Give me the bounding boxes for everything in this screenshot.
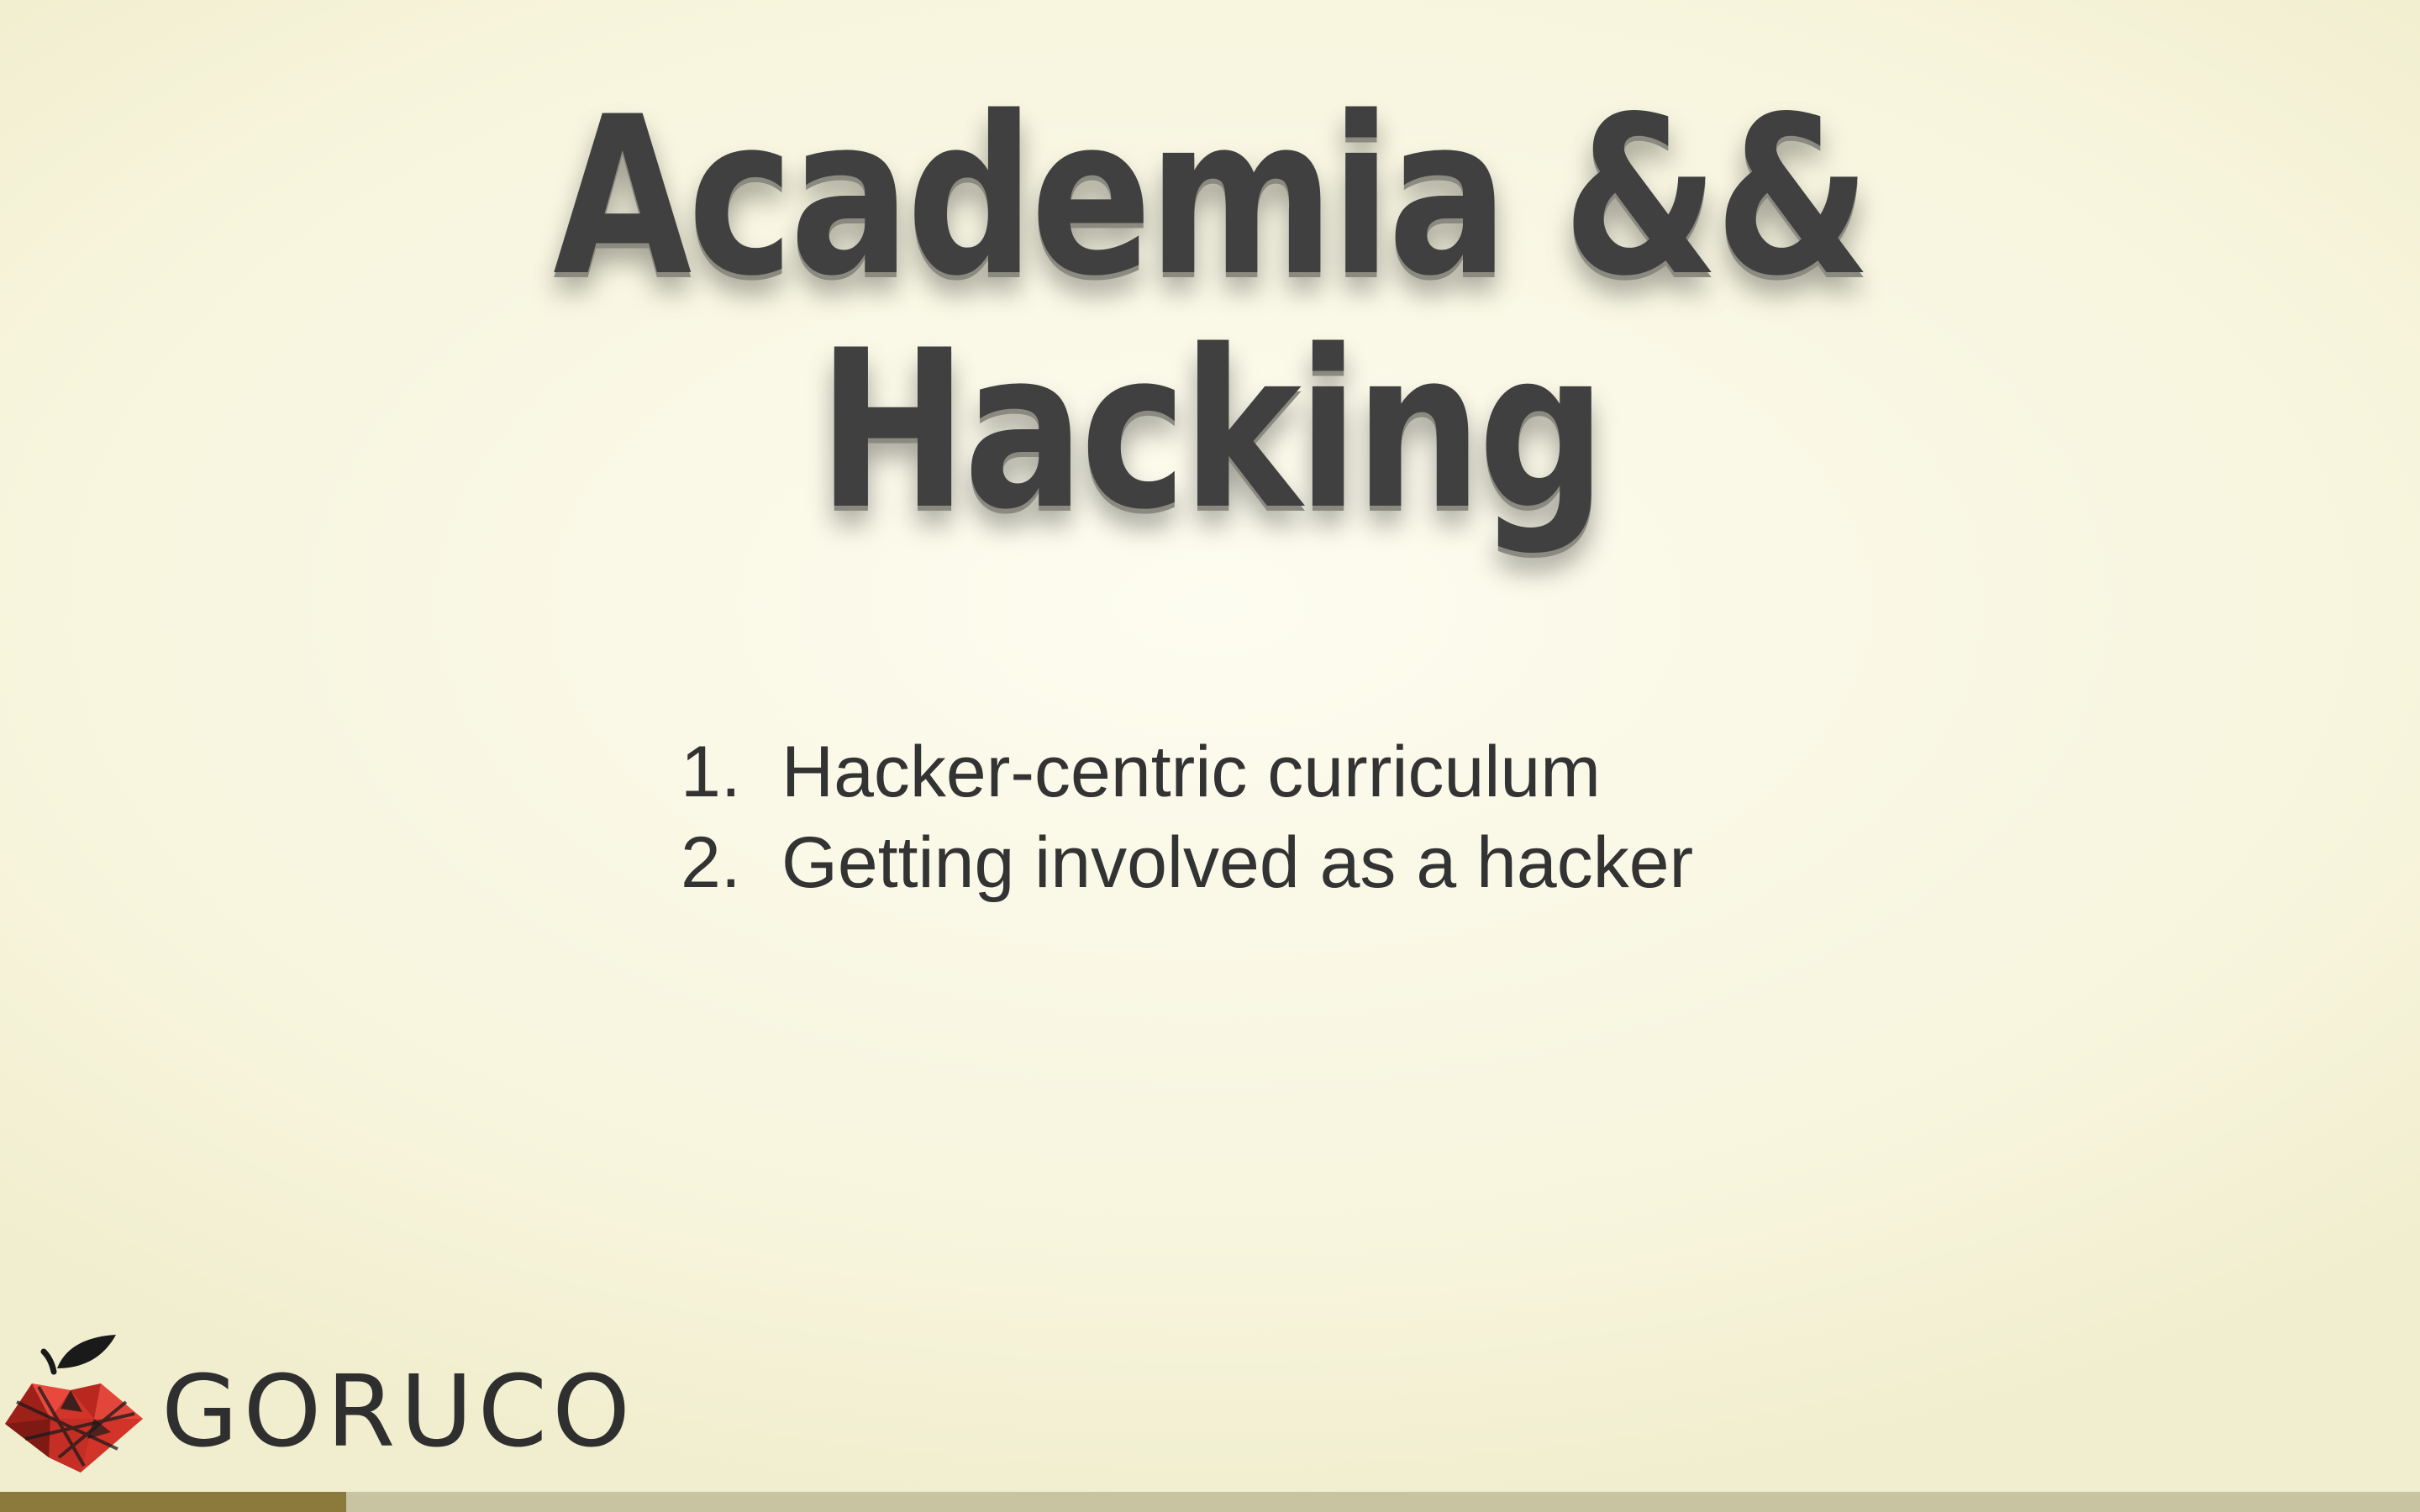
goruco-logo: GORUCO bbox=[0, 1331, 639, 1474]
list-item: 1. Hacker-centric curriculum bbox=[681, 727, 1693, 817]
slide: Academia && Hacking 1. Hacker-centric cu… bbox=[0, 0, 2420, 1512]
list-item-number: 2. bbox=[681, 822, 741, 903]
slide-title-line-1: Academia && bbox=[553, 71, 1870, 324]
slide-progress-bar bbox=[0, 1492, 2420, 1512]
agenda-list: 1. Hacker-centric curriculum 2. Getting … bbox=[681, 727, 1693, 908]
list-item-text: Getting involved as a hacker bbox=[781, 822, 1694, 903]
slide-title: Academia && Hacking bbox=[218, 81, 2202, 548]
list-item-text: Hacker-centric curriculum bbox=[781, 732, 1601, 812]
apple-logo-icon bbox=[5, 1335, 143, 1473]
list-item: 2. Getting involved as a hacker bbox=[681, 817, 1693, 908]
list-item-number: 1. bbox=[681, 732, 741, 812]
logo-wordmark: GORUCO bbox=[161, 1353, 635, 1469]
slide-progress-fill bbox=[0, 1492, 346, 1512]
slide-title-line-2: Hacking bbox=[818, 304, 1606, 558]
